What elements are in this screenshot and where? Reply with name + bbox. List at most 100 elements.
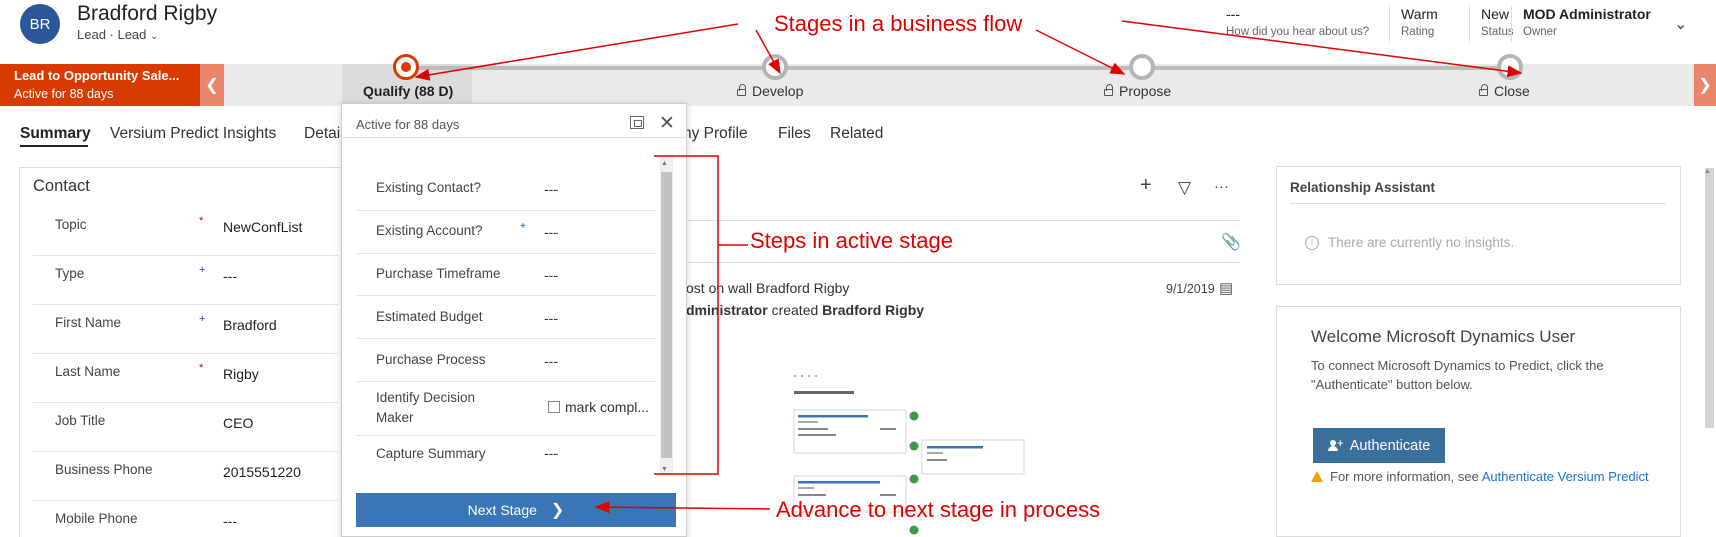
field-value[interactable]: Bradford bbox=[223, 317, 277, 333]
page-scrollbar[interactable] bbox=[1705, 168, 1714, 428]
stage-marker-qualify[interactable] bbox=[393, 54, 419, 80]
step-label: Identify Decision Maker bbox=[376, 390, 476, 425]
versium-welcome-title: Welcome Microsoft Dynamics User bbox=[1311, 327, 1576, 346]
tab-related[interactable]: Related bbox=[830, 125, 883, 143]
post-type-icon: ▤ bbox=[1219, 280, 1234, 297]
post-title-text: ost on wall Bradford Rigby bbox=[686, 280, 850, 296]
chevron-left-icon[interactable]: ❮ bbox=[200, 64, 224, 106]
timeline-post-date: 9/1/2019 bbox=[1166, 282, 1215, 296]
authenticate-label: Authenticate bbox=[1349, 437, 1431, 454]
header-divider bbox=[1511, 6, 1512, 42]
header-field-hear-about[interactable]: --- How did you hear about us? bbox=[1226, 6, 1369, 38]
stage-marker-propose[interactable] bbox=[1129, 54, 1155, 80]
card-divider bbox=[1290, 203, 1666, 204]
timeline-divider bbox=[688, 262, 1240, 263]
field-row-business-phone[interactable]: Business Phone 2015551220 bbox=[33, 452, 338, 501]
field-value[interactable]: NewConfList bbox=[223, 219, 302, 235]
field-row-topic[interactable]: Topic * NewConfList bbox=[33, 207, 338, 256]
step-purchase-timeframe[interactable]: Purchase Timeframe --- bbox=[356, 254, 656, 296]
next-stage-button[interactable]: Next Stage ❯ bbox=[356, 493, 676, 527]
warning-icon bbox=[1311, 471, 1323, 482]
field-value[interactable]: 2015551220 bbox=[223, 464, 301, 480]
stage-label-qualify[interactable]: Qualify (88 D) bbox=[363, 83, 453, 99]
step-value[interactable]: --- bbox=[544, 181, 558, 197]
mark-complete-checkbox[interactable]: mark compl... bbox=[548, 399, 649, 415]
step-estimated-budget[interactable]: Estimated Budget --- bbox=[356, 296, 656, 339]
step-purchase-process[interactable]: Purchase Process --- bbox=[356, 339, 656, 382]
no-insights-text: There are currently no insights. bbox=[1328, 235, 1515, 250]
header-field-owner[interactable]: MOD Administrator Owner bbox=[1523, 6, 1651, 38]
step-label: Existing Account? bbox=[376, 223, 483, 238]
lock-icon bbox=[737, 84, 746, 96]
post-author[interactable]: dministrator bbox=[686, 302, 768, 318]
step-value[interactable]: --- bbox=[544, 445, 558, 461]
field-value[interactable]: --- bbox=[223, 513, 237, 529]
record-form-selector[interactable]: Lead · Lead ⌄ bbox=[77, 27, 158, 42]
process-name-flag[interactable]: Lead to Opportunity Sale... Active for 8… bbox=[0, 64, 200, 106]
flyout-scrollbar-thumb[interactable] bbox=[661, 172, 672, 458]
scroll-up-arrow-icon[interactable]: ▲ bbox=[1704, 168, 1711, 175]
stage-develop[interactable]: Develop bbox=[737, 83, 803, 99]
step-existing-account[interactable]: Existing Account? + --- bbox=[356, 211, 656, 254]
dock-flyout-icon[interactable] bbox=[630, 116, 644, 129]
header-field-status[interactable]: New Status bbox=[1481, 6, 1514, 38]
tab-versium-predict-insights[interactable]: Versium Predict Insights bbox=[110, 125, 276, 143]
add-icon[interactable]: + bbox=[1140, 174, 1152, 197]
lock-icon bbox=[1104, 84, 1113, 96]
business-process-bar: Lead to Opportunity Sale... Active for 8… bbox=[0, 64, 1716, 106]
post-record-link[interactable]: Bradford Rigby bbox=[822, 302, 924, 318]
field-row-first-name[interactable]: First Name + Bradford bbox=[33, 305, 338, 354]
recommended-marker: + bbox=[199, 313, 206, 325]
field-value[interactable]: CEO bbox=[223, 415, 253, 431]
step-value[interactable]: --- bbox=[544, 353, 558, 369]
next-stage-label: Next Stage bbox=[467, 502, 537, 518]
authenticate-button[interactable]: Authenticate bbox=[1313, 428, 1445, 463]
stage-propose[interactable]: Propose bbox=[1104, 83, 1171, 99]
step-capture-summary[interactable]: Capture Summary --- bbox=[356, 436, 656, 476]
filter-icon[interactable]: ▽ bbox=[1178, 178, 1191, 198]
tab-details[interactable]: Detai bbox=[304, 125, 340, 143]
header-field-rating[interactable]: Warm Rating bbox=[1401, 6, 1438, 38]
step-existing-contact[interactable]: Existing Contact? --- bbox=[356, 162, 656, 211]
field-value[interactable]: --- bbox=[223, 268, 237, 284]
required-marker: * bbox=[199, 215, 204, 227]
step-value[interactable]: --- bbox=[544, 267, 558, 283]
step-label: Purchase Process bbox=[376, 352, 486, 367]
field-row-type[interactable]: Type + --- bbox=[33, 256, 338, 305]
step-value[interactable]: --- bbox=[544, 310, 558, 326]
flyout-header: Active for 88 days bbox=[356, 117, 460, 132]
field-row-mobile-phone[interactable]: Mobile Phone --- bbox=[33, 501, 338, 537]
chevron-down-icon: ⌄ bbox=[150, 31, 159, 42]
scroll-up-arrow-icon[interactable]: ▲ bbox=[661, 160, 668, 167]
tab-company-profile[interactable]: ny Profile bbox=[683, 125, 748, 143]
annotation-steps: Steps in active stage bbox=[750, 228, 954, 253]
expand-header-chevron-icon[interactable]: ⌄ bbox=[1674, 14, 1687, 34]
attachment-icon[interactable]: 📎 bbox=[1221, 232, 1241, 252]
lock-icon bbox=[1479, 84, 1488, 96]
more-options-icon[interactable]: ··· bbox=[1214, 178, 1229, 195]
relationship-assistant-title: Relationship Assistant bbox=[1290, 180, 1436, 195]
chevron-right-icon[interactable]: ❯ bbox=[1694, 64, 1716, 106]
stage-marker-close[interactable] bbox=[1497, 54, 1523, 80]
field-row-last-name[interactable]: Last Name * Rigby bbox=[33, 354, 338, 403]
record-title: Bradford Rigby bbox=[77, 2, 218, 25]
stage-marker-develop[interactable] bbox=[762, 54, 788, 80]
field-value[interactable]: Rigby bbox=[223, 366, 259, 382]
step-value[interactable]: --- bbox=[544, 224, 558, 240]
stage-close[interactable]: Close bbox=[1479, 83, 1530, 99]
tab-files[interactable]: Files bbox=[778, 125, 811, 143]
owner-value[interactable]: MOD Administrator bbox=[1523, 6, 1651, 22]
field-row-job-title[interactable]: Job Title CEO bbox=[33, 403, 338, 452]
scroll-down-arrow-icon[interactable]: ▼ bbox=[661, 466, 668, 473]
owner-label: Owner bbox=[1523, 26, 1557, 38]
tab-summary[interactable]: Summary bbox=[20, 125, 91, 143]
step-identify-decision-maker[interactable]: Identify Decision Maker mark compl... bbox=[356, 382, 656, 436]
field-label: Job Title bbox=[55, 413, 106, 428]
close-icon[interactable]: ✕ bbox=[659, 112, 675, 135]
authenticate-versium-link[interactable]: Authenticate Versium Predict bbox=[1482, 469, 1649, 484]
status-value: New bbox=[1481, 6, 1510, 22]
step-label: Purchase Timeframe bbox=[376, 266, 501, 281]
stage-label-propose: Propose bbox=[1119, 83, 1172, 99]
required-marker: * bbox=[199, 362, 204, 374]
checkbox[interactable] bbox=[548, 401, 560, 413]
